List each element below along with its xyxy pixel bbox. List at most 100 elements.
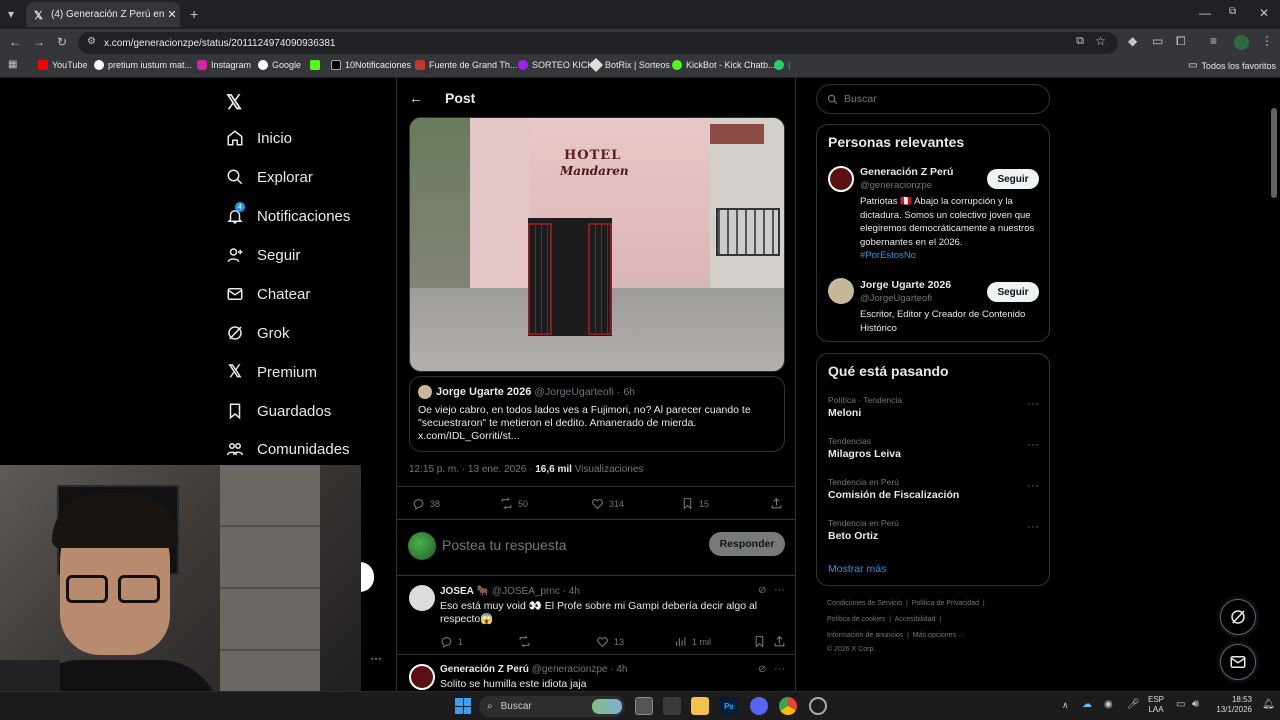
notifications-icon[interactable]: 🔔︎ (1262, 699, 1275, 710)
post-photo[interactable]: HOTEL Mandaren (409, 117, 785, 372)
person-avatar[interactable] (828, 278, 854, 304)
scrollbar-thumb[interactable] (1271, 108, 1277, 198)
install-icon[interactable]: ⧉ (1076, 35, 1084, 48)
nav-grok[interactable]: Grok (226, 324, 290, 342)
windows-start-icon[interactable] (455, 698, 471, 714)
browser-tab[interactable]: 𝕏 (4) Generación Z Perú en X: "Ha ✕ (26, 2, 180, 27)
profile-avatar[interactable] (1234, 35, 1249, 50)
nav-explorar[interactable]: Explorar (226, 168, 313, 186)
cloud-icon[interactable]: ☁ (1082, 699, 1092, 710)
share-action[interactable] (770, 497, 788, 510)
language-indicator[interactable]: ESP LAA (1148, 695, 1164, 715)
trend-more-icon[interactable]: ··· (1027, 396, 1039, 410)
app-icon[interactable] (663, 697, 681, 715)
grok-explain-icon[interactable]: ⊘ (758, 664, 766, 675)
person-name[interactable]: Generación Z Perú (860, 166, 953, 178)
new-tab-icon[interactable]: + (190, 6, 198, 22)
bookmark-fuente[interactable]: Fuente de Grand Th... (415, 60, 517, 70)
clock[interactable]: 18:53 13/1/2026 (1212, 695, 1252, 715)
quoted-post[interactable]: Jorge Ugarte 2026 @JorgeUgarteofi · 6h O… (409, 376, 785, 452)
mic-icon[interactable]: 🎤︎ (1127, 699, 1140, 710)
reply-reply-action[interactable]: 1 (440, 635, 463, 648)
trend-more-icon[interactable]: ··· (1027, 437, 1039, 451)
bookmark-kickbot[interactable]: KickBot - Kick Chatb... (672, 60, 776, 70)
like-action[interactable]: 314 (591, 497, 624, 510)
reply-like-action[interactable]: 13 (596, 635, 624, 648)
trend-item[interactable]: Tendencias Milagros Leiva (828, 436, 901, 460)
discord-icon[interactable] (750, 697, 768, 715)
bookmark-botrix[interactable]: BotRix | Sorteos (588, 57, 670, 73)
person-name[interactable]: Jorge Ugarte 2026 (860, 279, 951, 291)
extension2-icon[interactable]: ▭ (1152, 34, 1163, 48)
nav-guardados[interactable]: Guardados (226, 402, 331, 420)
reload-icon[interactable]: ↻ (57, 35, 67, 49)
window-close-icon[interactable]: ✕ (1259, 6, 1269, 20)
x-logo-icon[interactable]: 𝕏 (226, 90, 242, 115)
nav-comunidades[interactable]: Comunidades (226, 440, 350, 458)
forward-icon[interactable]: → (33, 35, 45, 49)
account-more-icon[interactable]: ··· (370, 651, 382, 665)
nav-notificaciones[interactable]: 4 Notificaciones (226, 202, 350, 225)
chrome-icon[interactable] (779, 697, 797, 715)
footer-link[interactable]: Política de Privacidad (912, 600, 979, 607)
trend-more-icon[interactable]: ··· (1027, 519, 1039, 533)
reply-input[interactable]: Postea tu respuesta (442, 537, 567, 553)
search-box[interactable]: Buscar (816, 84, 1050, 114)
reply-repost-action[interactable] (518, 635, 536, 648)
trend-more-icon[interactable]: ··· (1027, 478, 1039, 492)
task-view-icon[interactable] (635, 697, 653, 715)
footer-link[interactable]: Condiciones de Servicio (827, 600, 902, 607)
back-icon[interactable]: ← (9, 35, 21, 49)
reply-action[interactable]: 38 (412, 497, 440, 510)
trend-item[interactable]: Política · Tendencia Meloni (828, 395, 902, 419)
follow-button[interactable]: Seguir (987, 282, 1039, 302)
nav-seguir[interactable]: Seguir (226, 246, 300, 264)
bookmark-10notificaciones[interactable]: 10Notificaciones (331, 60, 411, 70)
post-button-partial[interactable] (360, 562, 374, 592)
bookmark-pretium[interactable]: pretium iustum mat... (94, 60, 192, 70)
site-info-icon[interactable]: ⚙ (87, 36, 96, 47)
tray-chevron-icon[interactable]: ∧ (1062, 700, 1069, 711)
tab-close-icon[interactable]: ✕ (164, 8, 180, 21)
footer-link[interactable]: Política de cookies (827, 616, 885, 623)
reply-avatar[interactable] (409, 664, 435, 690)
bookmark-action[interactable]: 15 (681, 497, 709, 510)
tray-app-icon[interactable]: ◉ (1104, 699, 1113, 710)
bookmark-star-icon[interactable]: ☆ (1095, 34, 1106, 48)
extension-icon[interactable]: ◆ (1128, 34, 1137, 48)
tab-search-icon[interactable]: ▾ (8, 7, 14, 21)
reading-list-icon[interactable]: ≡ (1210, 34, 1217, 48)
bookmark-google[interactable]: Google (258, 60, 301, 70)
bookmark-youtube[interactable]: YouTube (38, 60, 87, 70)
show-more-link[interactable]: Mostrar más (828, 563, 886, 575)
footer-link[interactable]: Accesibilidad (895, 616, 936, 623)
trend-item[interactable]: Tendencia en Perú Comisión de Fiscalizac… (828, 477, 959, 501)
volume-icon[interactable]: 🔊︎ (1192, 698, 1199, 711)
more-options-icon[interactable]: ··· (774, 663, 785, 675)
menu-dots-icon[interactable]: ⋮ (1261, 34, 1273, 48)
bookmark-sorteo-kick[interactable]: SORTEO KICK (518, 60, 593, 70)
address-bar[interactable]: ⚙ x.com/generacionzpe/status/20111249740… (78, 32, 1118, 54)
reply-share-action[interactable] (773, 635, 791, 648)
repost-action[interactable]: 50 (500, 497, 528, 510)
minimize-icon[interactable]: — (1199, 6, 1211, 20)
reply-views-action[interactable]: 1 mil (674, 635, 711, 648)
file-explorer-icon[interactable] (691, 697, 709, 715)
grok-floating-button[interactable] (1220, 599, 1256, 635)
messages-floating-button[interactable] (1220, 644, 1256, 680)
reply-bookmark-action[interactable] (753, 635, 771, 648)
taskbar-search[interactable]: ⌕ Buscar (479, 696, 625, 717)
footer-link[interactable]: Más opciones ··· (913, 632, 965, 639)
trend-item[interactable]: Tendencia en Perú Beto Ortiz (828, 518, 899, 542)
footer-link[interactable]: Información de anuncios (827, 632, 903, 639)
extensions-puzzle-icon[interactable]: ⧠ (1176, 34, 1186, 49)
all-bookmarks[interactable]: ▭ Todos los favoritos (1188, 60, 1276, 71)
more-options-icon[interactable]: ··· (774, 584, 785, 596)
restore-icon[interactable]: ⧉ (1229, 6, 1236, 17)
nav-premium[interactable]: 𝕏 Premium (226, 362, 317, 381)
hashtag-link[interactable]: #PorEstosNo (860, 249, 1040, 263)
bookmark-whatsapp[interactable]: | (774, 60, 790, 70)
back-arrow-icon[interactable]: ← (409, 90, 423, 106)
photoshop-icon[interactable]: Ps (720, 697, 738, 715)
nav-inicio[interactable]: Inicio (226, 129, 292, 147)
